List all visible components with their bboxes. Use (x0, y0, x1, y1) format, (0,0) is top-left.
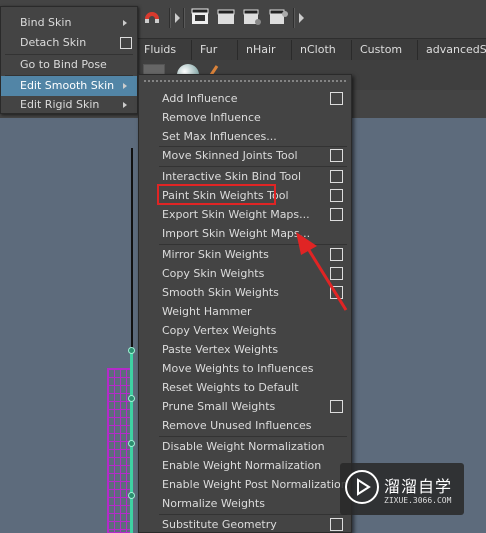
play-logo-icon (345, 470, 379, 504)
watermark-subtitle: ZIXUE.3066.COM (384, 496, 452, 505)
watermark-title: 溜溜自学 (384, 477, 453, 496)
arrow-annotation (296, 232, 348, 311)
watermark: 溜溜自学 ZIXUE.3066.COM (340, 463, 464, 515)
